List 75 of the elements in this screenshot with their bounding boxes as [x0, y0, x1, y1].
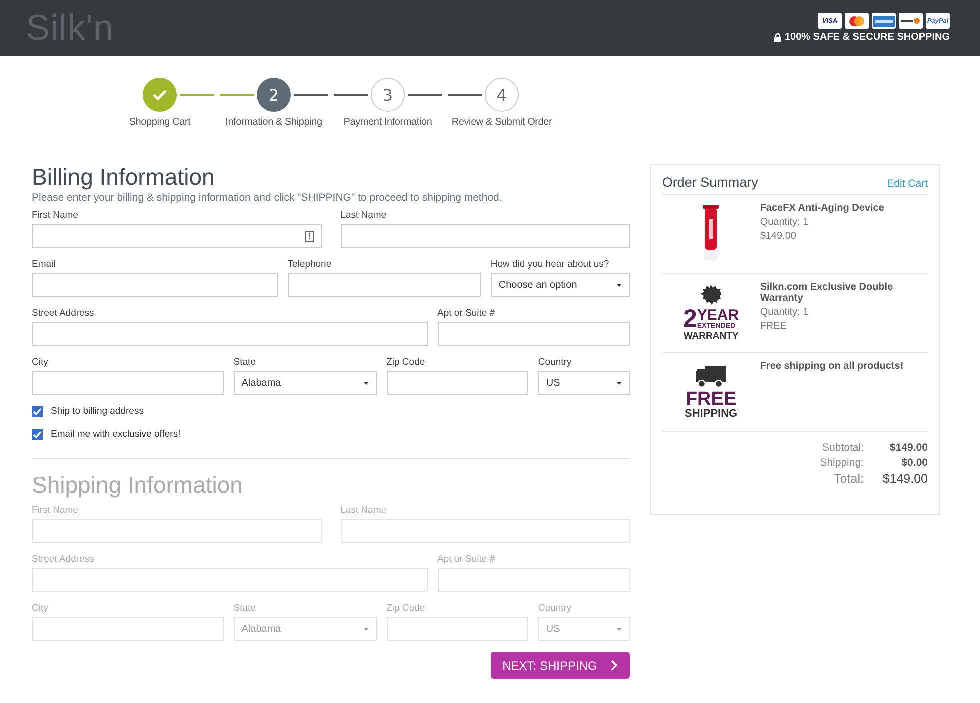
- field-label: Street Address: [32, 554, 96, 565]
- field-label: Last Name: [340, 210, 388, 221]
- field-label: First Name: [32, 505, 80, 516]
- item-name: Free shipping on all products!: [760, 361, 904, 372]
- caret-icon: [617, 628, 622, 630]
- item-price: $149.00: [760, 231, 798, 242]
- lock-icon: [774, 32, 782, 42]
- total-label: Total:: [833, 472, 864, 486]
- field-label: Zip Code: [386, 357, 426, 368]
- field-label: Country: [538, 603, 573, 614]
- input-field[interactable]: [438, 322, 630, 346]
- total-label: Shipping:: [819, 457, 864, 469]
- instructions-text: Please enter your billing & shipping information and click "SHIPPING" to proceed to shipping method.: [32, 192, 504, 204]
- checkbox-label: Email me with exclusive offers!: [51, 429, 181, 440]
- input-field[interactable]: [32, 322, 428, 346]
- dropdown[interactable]: Alabama: [234, 371, 377, 395]
- secure-shopping-text: 100% SAFE & SECURE SHOPPING: [784, 32, 950, 43]
- chevron-right-icon: [611, 660, 618, 671]
- step-label: Review & Submit Order: [452, 117, 552, 128]
- field-label: Street Address: [32, 308, 96, 319]
- field-label: State: [234, 603, 257, 614]
- check-icon: [152, 89, 168, 101]
- field-label: Email: [32, 259, 57, 270]
- item-quantity: Quantity: 1: [760, 307, 810, 318]
- item-name: Silkn.com Exclusive Double Warranty: [760, 282, 894, 304]
- field-label: First Name: [32, 210, 80, 221]
- field-label: Last Name: [340, 505, 388, 516]
- input-field[interactable]: [32, 224, 322, 248]
- section-title: Billing Information: [32, 164, 216, 191]
- caret-icon: [364, 382, 369, 384]
- checkbox-label: Ship to billing address: [51, 406, 144, 417]
- edit-cart-link[interactable]: Edit Cart: [887, 178, 928, 190]
- step-circle: 4: [485, 78, 519, 112]
- item-name: FaceFX Anti-Aging Device: [760, 203, 884, 214]
- free-shipping-badge: FREE SHIPPING: [685, 364, 738, 420]
- field-label: How did you hear about us?: [490, 259, 610, 270]
- input-field[interactable]: [32, 273, 278, 297]
- payment-card-icon: [845, 13, 869, 29]
- field-label: Telephone: [288, 259, 333, 270]
- payment-card-icon: [872, 13, 896, 29]
- step-circle: 3: [371, 78, 405, 112]
- step-label: Shopping Cart: [129, 117, 191, 128]
- total-value: $0.00: [900, 457, 928, 469]
- caret-icon: [617, 284, 622, 286]
- summary-title: Order Summary: [662, 175, 758, 190]
- field-label: City: [32, 357, 50, 368]
- checkbox[interactable]: [32, 429, 43, 440]
- input-field[interactable]: [386, 371, 528, 395]
- total-value: $149.00: [882, 472, 928, 486]
- checkbox[interactable]: [32, 406, 43, 417]
- field-label: Zip Code: [386, 603, 426, 614]
- input-field[interactable]: [288, 273, 481, 297]
- item-quantity: Quantity: 1: [760, 217, 810, 228]
- caret-icon: [617, 382, 622, 384]
- input-field[interactable]: [340, 224, 630, 248]
- field-label: Apt or Suite #: [438, 308, 496, 319]
- step-label: Information & Shipping: [226, 117, 322, 128]
- item-price: FREE: [760, 321, 788, 332]
- field-label: State: [234, 357, 257, 368]
- input-field[interactable]: [32, 371, 224, 395]
- total-value: $149.00: [889, 442, 928, 454]
- section-title: Shipping Information: [32, 472, 244, 499]
- step-circle: 2: [257, 78, 291, 112]
- device-icon: [701, 205, 722, 263]
- field-label: Apt or Suite #: [438, 554, 496, 565]
- total-label: Subtotal:: [822, 442, 864, 454]
- payment-card-icon: [899, 13, 923, 29]
- dropdown[interactable]: Choose an option: [490, 273, 630, 297]
- field-label: Country: [538, 357, 573, 368]
- field-label: City: [32, 603, 50, 614]
- autofill-icon: [304, 230, 314, 242]
- caret-icon: [364, 628, 369, 630]
- next-shipping-button[interactable]: NEXT: SHIPPING: [490, 652, 630, 679]
- step-label: Payment Information: [344, 117, 432, 128]
- dropdown[interactable]: US: [538, 371, 630, 395]
